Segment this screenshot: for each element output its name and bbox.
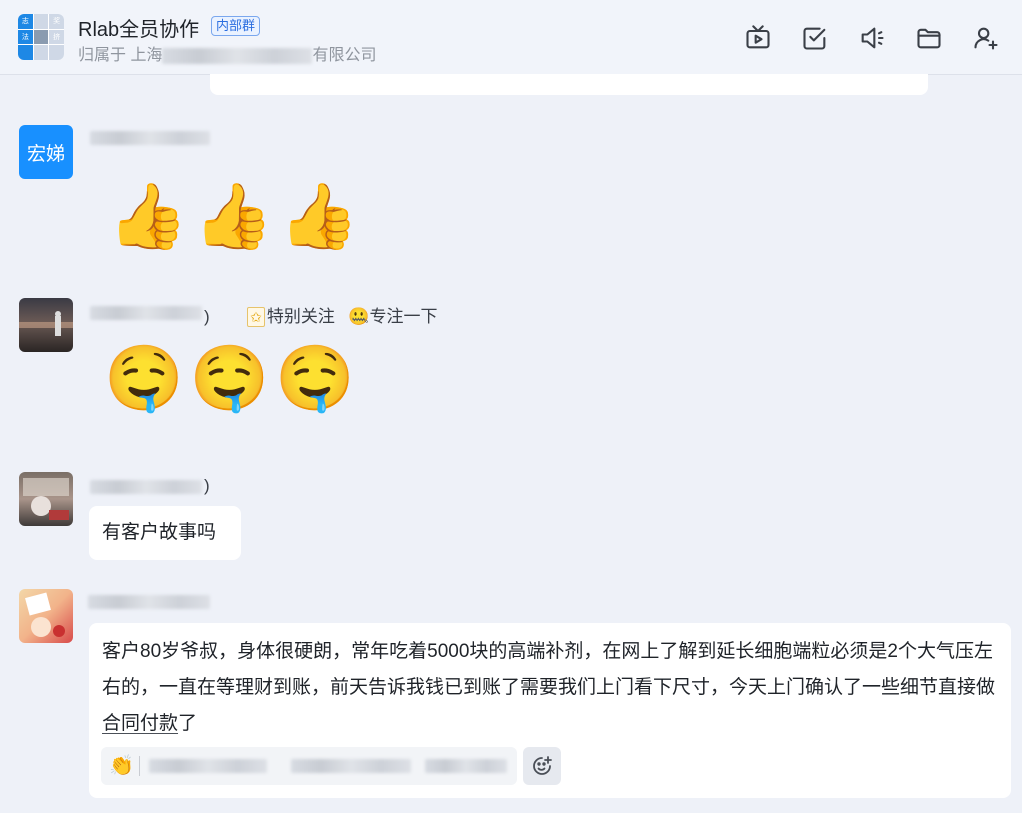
message-bubble[interactable]: 有客户故事吗	[89, 506, 241, 560]
chat-header: 志 奖 法 挤 Rlab全员协作 内部群 归属于 上海 有限公司	[0, 0, 1022, 75]
message-text: 客户80岁爷叔，身体很硬朗，常年吃着5000块的高端补剂，在网上了解到延长细胞端…	[102, 634, 1002, 742]
payment-link[interactable]: 付款	[140, 713, 178, 734]
avatar-cell: 法	[18, 29, 33, 45]
sender-badges: ) ✩ 特别关注 🤐专注一下	[204, 302, 438, 327]
contract-link[interactable]: 合同	[102, 713, 140, 734]
announcement-icon	[861, 27, 884, 49]
status-text: 专注一下	[369, 307, 438, 326]
emoji-message: 🤤🤤🤤	[104, 342, 362, 416]
folder-icon	[916, 28, 941, 49]
avatar-photo	[19, 311, 73, 336]
name-suffix: )	[204, 476, 210, 495]
message-body: 客户80岁爷叔，身体很硬朗，常年吃着5000块的高端补剂，在网上了解到延长细胞端…	[102, 641, 996, 698]
avatar-cell	[33, 29, 49, 45]
header-toolbar	[729, 20, 1014, 56]
divider	[139, 756, 140, 776]
emoji-message: 👍👍👍	[108, 180, 366, 254]
avatar[interactable]	[19, 298, 73, 352]
redacted-company	[162, 47, 313, 64]
star-icon: ✩	[247, 307, 265, 327]
name-suffix: )	[204, 307, 210, 326]
sender-name-redacted[interactable]	[90, 480, 202, 494]
avatar-cell	[49, 45, 64, 60]
avatar-photo	[25, 592, 65, 637]
internal-group-tag: 内部群	[211, 16, 261, 36]
add-member-icon	[973, 27, 998, 50]
avatar-cell	[33, 14, 49, 29]
previous-message-card	[210, 74, 928, 95]
group-avatar[interactable]: 志 奖 法 挤	[18, 14, 64, 60]
reactor-names-redacted	[291, 759, 411, 773]
sender-name-redacted[interactable]	[88, 595, 210, 609]
add-member-button[interactable]	[957, 20, 1014, 56]
avatar[interactable]	[19, 589, 73, 643]
avatar[interactable]: 宏娣	[19, 125, 73, 179]
reactor-names-redacted	[149, 759, 267, 773]
chat-title[interactable]: Rlab全员协作	[78, 13, 199, 42]
files-button[interactable]	[900, 20, 957, 56]
avatar-cell: 志	[18, 14, 33, 29]
avatar-cell	[33, 45, 49, 60]
avatar[interactable]	[19, 472, 73, 526]
chat-subtitle: 归属于 上海 有限公司	[78, 41, 376, 65]
clap-icon: 👏	[109, 755, 134, 777]
video-meeting-icon	[745, 25, 770, 49]
subtitle-prefix: 归属于 上海	[78, 47, 163, 64]
video-meeting-button[interactable]	[729, 20, 786, 56]
add-reaction-icon	[533, 756, 552, 775]
sender-name-redacted[interactable]	[90, 306, 202, 320]
special-attention-label: 特别关注	[266, 307, 335, 326]
message-end: 了	[178, 713, 198, 734]
todo-button[interactable]	[786, 20, 843, 56]
reactor-names-redacted	[425, 759, 507, 773]
add-reaction-button[interactable]	[523, 747, 561, 785]
todo-icon	[802, 27, 825, 50]
avatar-cell: 挤	[49, 29, 64, 45]
subtitle-suffix: 有限公司	[312, 47, 377, 64]
announcement-button[interactable]	[843, 20, 900, 56]
avatar-cell	[18, 45, 33, 60]
sender-name-redacted[interactable]	[90, 131, 210, 145]
avatar-cell: 奖	[49, 14, 64, 29]
avatar-photo	[23, 478, 69, 520]
reaction-bar[interactable]: 👏	[101, 747, 517, 785]
status-emoji: 🤐	[348, 307, 370, 326]
